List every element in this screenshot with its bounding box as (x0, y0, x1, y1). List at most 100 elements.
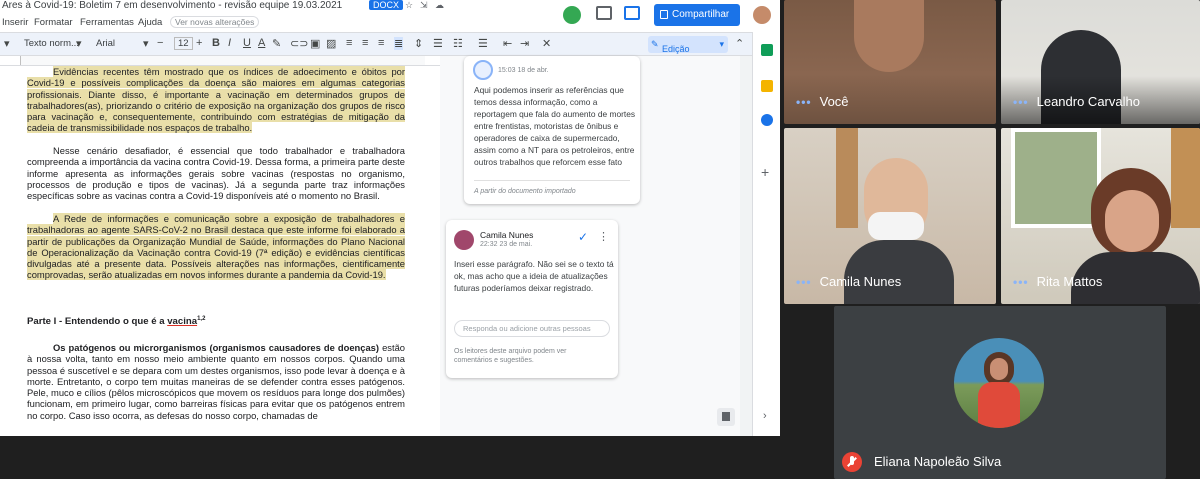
style-select[interactable]: Texto norm... (24, 38, 79, 49)
bold-icon[interactable]: B (212, 37, 220, 49)
audio-indicator-icon: ••• (796, 95, 812, 109)
paragraph-cenario: Nesse cenário desafiador, é essencial qu… (27, 145, 405, 202)
pencil-icon: ✎ (651, 39, 659, 49)
formatting-toolbar: ▾ Texto norm... ▾ Arial ▾ − 12 + B I U A… (0, 32, 780, 56)
audio-indicator-icon: ••• (1013, 95, 1029, 109)
link-icon[interactable]: ⊂⊃ (290, 37, 308, 50)
numbered-list-icon[interactable]: ☰ (478, 37, 488, 50)
see-changes-link[interactable]: Ver novas alterações (170, 16, 260, 28)
align-right-icon[interactable]: ≡ (378, 37, 384, 49)
add-addon-icon[interactable]: + (761, 164, 769, 180)
bold-phrase: Os patógenos ou microrganismos (organism… (53, 342, 380, 353)
decrease-font-icon[interactable]: − (157, 37, 163, 49)
mic-off-icon (842, 452, 862, 472)
image-icon[interactable]: ▨ (326, 37, 336, 50)
keep-icon[interactable] (761, 80, 773, 92)
underline-icon[interactable]: U (243, 37, 251, 49)
avatar-face (990, 358, 1008, 380)
document-title[interactable]: Ares à Covid-19: Boletim 7 em desenvolvi… (2, 0, 342, 11)
move-icon[interactable]: ⇲ (420, 0, 428, 11)
collapse-menu-icon[interactable]: ⌃ (735, 37, 744, 50)
participant-name: ••• Rita Mattos (1013, 274, 1102, 289)
italic-icon[interactable]: I (228, 37, 231, 49)
participant-name-text: Rita Mattos (1036, 274, 1103, 289)
meet-extension-icon[interactable] (563, 6, 581, 24)
menu-ferramentas[interactable]: Ferramentas (80, 17, 134, 28)
font-select[interactable]: Arial (96, 38, 115, 49)
heading-superscript: 1,2 (197, 316, 206, 322)
align-center-icon[interactable]: ≡ (362, 37, 368, 49)
participant-name: Eliana Napoleão Silva (874, 454, 1002, 469)
calendar-icon[interactable] (761, 44, 773, 56)
text-color-icon[interactable]: A (258, 37, 265, 49)
reply-input[interactable]: Responda ou adicione outras pessoas (454, 320, 610, 337)
more-options-icon[interactable]: ⋮ (598, 230, 609, 243)
line-spacing-icon[interactable]: ⇕ (414, 37, 423, 50)
expand-panel-icon[interactable]: › (763, 410, 767, 422)
paragraph-text: Evidências recentes têm mostrado que os … (27, 66, 405, 134)
comment-icon[interactable]: ▣ (310, 37, 320, 50)
bullets-icon[interactable]: ☷ (453, 37, 463, 50)
avatar (473, 60, 493, 80)
heading-word: vacina (167, 316, 198, 328)
increase-font-icon[interactable]: + (196, 37, 202, 49)
comment-date: 15:03 18 de abr. (498, 67, 549, 74)
participant-name-text: Camila Nunes (819, 274, 902, 289)
participant-name-text: Leandro Carvalho (1036, 94, 1140, 109)
background-window (1011, 128, 1101, 228)
comments-pane: 15:03 18 de abr. Aqui podemos inserir as… (440, 56, 740, 436)
share-button[interactable]: Compartilhar (654, 4, 740, 26)
paragraph-text: estão à nossa volta, tanto em nosso meio… (27, 342, 406, 421)
audio-indicator-icon: ••• (1013, 275, 1029, 289)
participant-body (844, 240, 954, 304)
screen: Ares à Covid-19: Boletim 7 em desenvolvi… (0, 0, 1200, 479)
comment-history-icon[interactable] (596, 6, 612, 20)
participant-tile-eliana[interactable]: Eliana Napoleão Silva (834, 306, 1166, 479)
tasks-icon[interactable] (761, 114, 773, 126)
star-icon[interactable]: ☆ (405, 0, 413, 11)
menu-ajuda[interactable]: Ajuda (138, 17, 162, 28)
participant-avatar-photo (954, 338, 1044, 428)
editing-mode-select[interactable]: ✎ Edição ▾ (648, 36, 728, 54)
menu-formatar[interactable]: Formatar (34, 17, 73, 28)
divider (474, 180, 630, 181)
comment-author: Camila Nunes (480, 230, 534, 240)
resolve-check-icon[interactable]: ✓ (578, 230, 588, 244)
highlight-icon[interactable]: ✎ (272, 37, 281, 50)
increase-indent-icon[interactable]: ⇥ (520, 37, 529, 50)
background-shelf (1171, 128, 1200, 228)
menu-inserir[interactable]: Inserir (2, 17, 28, 28)
participant-tile-voce[interactable]: ••• Você (784, 0, 996, 124)
comment-card-camila[interactable]: Camila Nunes 22:32 23 de mai. ✓ ⋮ Inseri… (446, 220, 618, 378)
participant-tile-leandro[interactable]: ••• Leandro Carvalho (1001, 0, 1200, 124)
participant-tile-camila[interactable]: ••• Camila Nunes (784, 128, 996, 304)
share-button-label: Compartilhar (672, 9, 730, 20)
add-comment-button[interactable] (717, 408, 735, 426)
participant-face (1105, 190, 1159, 252)
checklist-icon[interactable]: ☰ (433, 37, 443, 50)
lock-icon (660, 10, 668, 19)
participant-tile-rita[interactable]: ••• Rita Mattos (1001, 128, 1200, 304)
account-avatar[interactable] (751, 4, 773, 26)
collapse-icon[interactable]: ▾ (4, 37, 10, 50)
google-docs-window: Ares à Covid-19: Boletim 7 em desenvolvi… (0, 0, 780, 436)
paragraph-evidencias: Evidências recentes têm mostrado que os … (27, 66, 405, 134)
align-left-icon[interactable]: ≡ (346, 37, 352, 49)
font-size-input[interactable]: 12 (174, 37, 193, 50)
justify-icon[interactable]: ≣ (394, 37, 404, 50)
ruler[interactable] (0, 56, 440, 66)
decrease-indent-icon[interactable]: ⇤ (503, 37, 512, 50)
style-dropdown-icon[interactable]: ▾ (76, 37, 82, 50)
comment-date: 22:32 23 de mai. (480, 241, 533, 248)
present-icon[interactable] (624, 6, 640, 20)
background-shelf (836, 128, 858, 228)
docx-badge: DOCX (369, 0, 404, 10)
paragraph-rede: A Rede de informações e comunicação sobr… (27, 213, 405, 281)
add-comment-icon (722, 412, 730, 421)
participant-name: ••• Você (796, 94, 849, 109)
comment-card-reference[interactable]: 15:03 18 de abr. Aqui podemos inserir as… (464, 56, 640, 204)
comment-text: Inseri esse parágrafo. Não sei se o text… (454, 259, 614, 293)
clear-format-icon[interactable]: ✕ (542, 37, 551, 50)
font-dropdown-icon[interactable]: ▾ (143, 37, 149, 50)
document-page[interactable]: Evidências recentes têm mostrado que os … (0, 66, 440, 436)
